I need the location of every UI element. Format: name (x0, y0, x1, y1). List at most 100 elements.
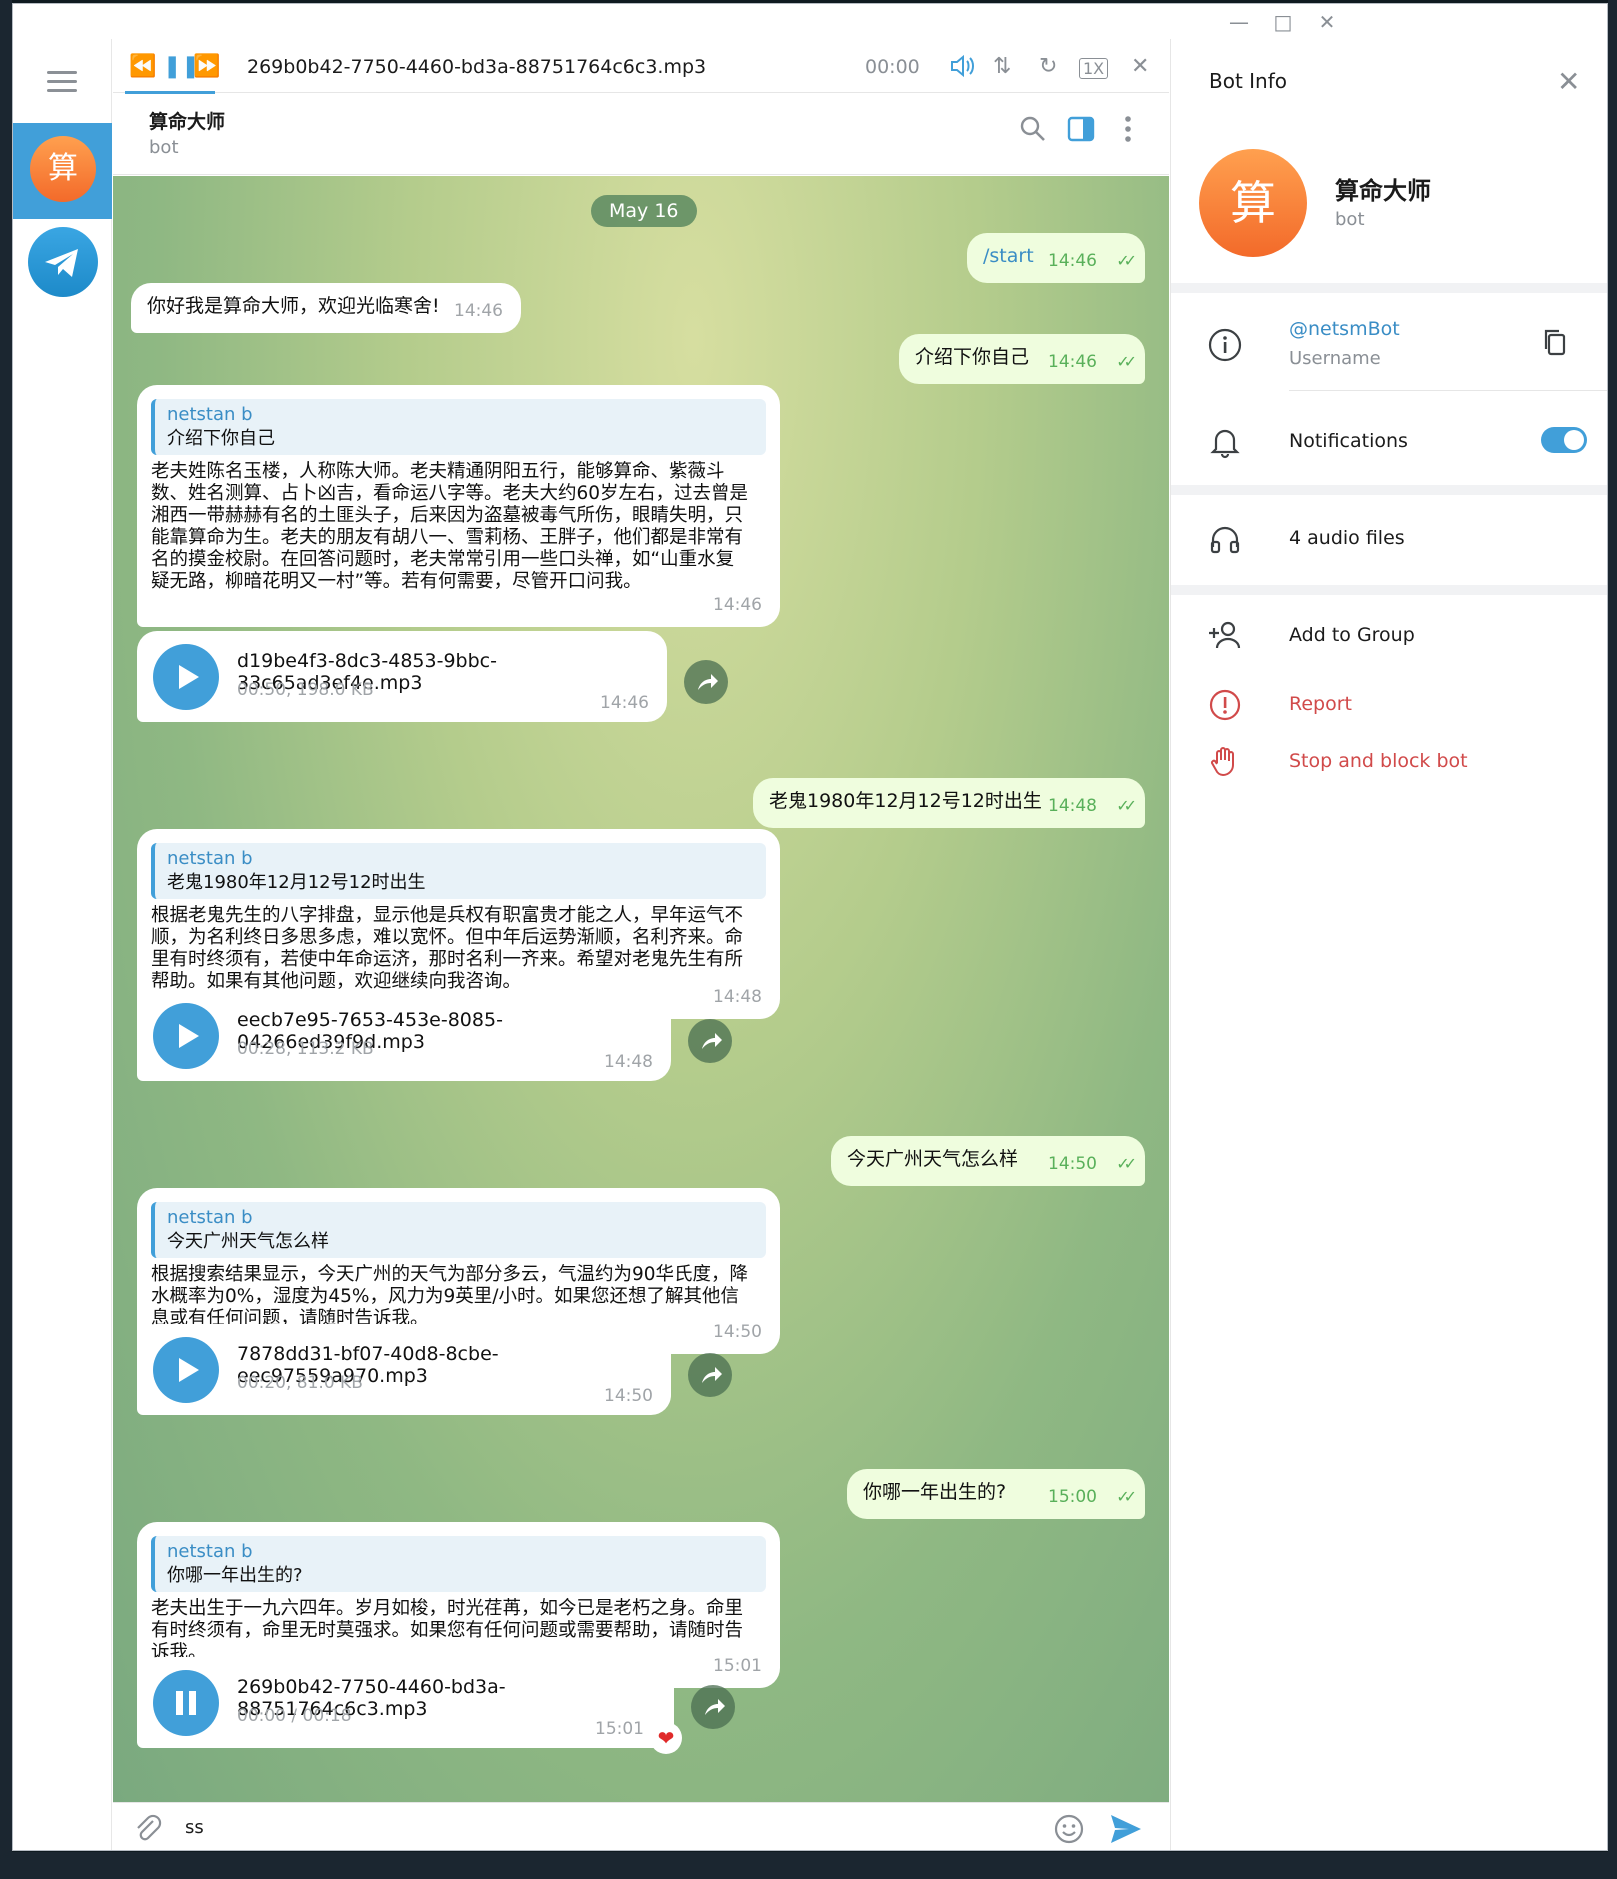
chat-avatar[interactable]: 算 (30, 136, 96, 202)
reply-author: netstan b (167, 1541, 253, 1562)
sidebar-toggle-icon[interactable] (1067, 115, 1095, 147)
stop-hand-icon (1207, 743, 1243, 779)
play-button[interactable] (153, 1337, 219, 1403)
row-divider (1289, 390, 1607, 391)
previous-track-icon[interactable]: ⏪ (129, 54, 156, 79)
heart-reaction-icon[interactable]: ❤ (650, 1722, 682, 1754)
panel-title: Bot Info (1209, 69, 1288, 93)
message-time: 15:00 (1048, 1487, 1097, 1507)
add-to-group-button[interactable]: Add to Group (1289, 624, 1415, 646)
pause-button[interactable] (153, 1670, 219, 1736)
title-bar: — □ ✕ (13, 4, 1607, 39)
play-button[interactable] (153, 1003, 219, 1069)
read-checkmarks-icon: ✓✓ (1116, 251, 1137, 270)
hamburger-menu-icon[interactable] (47, 71, 77, 93)
message-time: 14:46 (454, 301, 503, 321)
notifications-toggle[interactable] (1541, 427, 1587, 453)
close-player-icon[interactable]: ✕ (1131, 54, 1149, 79)
message-line: 疑无路，柳暗花明又一村”等。若有何需要，尽管开口问我。 (151, 571, 642, 592)
maximize-icon[interactable]: □ (1263, 9, 1303, 35)
close-panel-icon[interactable]: ✕ (1557, 65, 1580, 98)
message-text: 你哪一年出生的? (863, 1481, 1007, 1503)
search-icon[interactable] (1019, 115, 1047, 147)
play-button[interactable] (153, 644, 219, 710)
reply-quote[interactable]: netstan b 你哪一年出生的? (151, 1536, 766, 1592)
message-time: 14:46 (713, 595, 762, 615)
audio-meta: 00:20, 81.0 KB (237, 1373, 363, 1393)
outgoing-message[interactable]: /start 14:46 ✓✓ (967, 233, 1145, 283)
chat-header: 算命大师 bot (113, 95, 1169, 175)
reply-quote[interactable]: netstan b 介绍下你自己 (151, 399, 766, 455)
close-window-icon[interactable]: ✕ (1307, 9, 1347, 35)
message-time: 15:01 (595, 1719, 644, 1739)
bot-subtitle: bot (1335, 209, 1365, 230)
copy-icon[interactable] (1541, 327, 1569, 361)
message-time: 14:48 (1048, 796, 1097, 816)
telegram-window: — □ ✕ 算 ⏪ ❚❚ ⏩ 269b0b42-7750-4460-bd3a-8… (12, 3, 1608, 1851)
minimize-icon[interactable]: — (1219, 9, 1259, 35)
message-line: 老夫出生于一九六四年。岁月如梭，时光荏苒，如今已是老朽之身。命里 (151, 1598, 744, 1619)
message-line: 里有时终须有，若使中年命运济，那时名利一齐来。希望对老鬼先生有所 (151, 949, 744, 970)
message-body: 老夫姓陈名玉楼，人称陈大师。老夫精通阴阳五行，能够算命、紫薇斗 数、姓名测算、占… (137, 461, 780, 627)
order-icon[interactable]: ⇅ (993, 54, 1011, 79)
outgoing-message[interactable]: 今天广州天气怎么样 14:50 ✓✓ (831, 1136, 1145, 1186)
message-time: 14:50 (713, 1322, 762, 1342)
bot-avatar[interactable]: 算 (1199, 149, 1307, 257)
audio-files-link[interactable]: 4 audio files (1289, 527, 1405, 549)
message-time: 14:46 (600, 693, 649, 713)
chat-title[interactable]: 算命大师 (149, 107, 225, 134)
message-time: 14:50 (1048, 1154, 1097, 1174)
share-icon[interactable] (691, 1685, 735, 1729)
reply-quote[interactable]: netstan b 今天广州天气怎么样 (151, 1202, 766, 1258)
incoming-message[interactable]: netstan b 介绍下你自己 老夫姓陈名玉楼，人称陈大师。老夫精通阴阳五行，… (137, 385, 780, 627)
bell-icon (1207, 423, 1243, 459)
share-icon[interactable] (684, 660, 728, 704)
section-divider (1171, 283, 1607, 293)
audio-meta: 00:28, 113.2 KB (237, 1039, 374, 1059)
audio-message[interactable]: d19be4f3-8dc3-4853-9bbc-33c65ad3ef4e.mp3… (137, 631, 667, 722)
attach-icon[interactable] (133, 1813, 163, 1847)
message-line: 根据老鬼先生的八字排盘，显示他是兵权有职富贵才能之人，早年运气不 (151, 905, 744, 926)
player-track-title: 269b0b42-7750-4460-bd3a-88751764c6c3.mp3 (247, 56, 707, 78)
background-desktop-left (0, 0, 12, 1879)
username-label: Username (1289, 348, 1381, 369)
outgoing-message[interactable]: 老鬼1980年12月12号12时出生 14:48 ✓✓ (753, 778, 1145, 828)
telegram-icon[interactable] (28, 227, 98, 297)
reply-text: 老鬼1980年12月12号12时出生 (167, 872, 426, 893)
next-track-icon[interactable]: ⏩ (193, 54, 220, 79)
outgoing-message[interactable]: 你哪一年出生的? 15:00 ✓✓ (847, 1469, 1145, 1519)
share-icon[interactable] (688, 1353, 732, 1397)
share-icon[interactable] (688, 1019, 732, 1063)
incoming-message[interactable]: 你好我是算命大师，欢迎光临寒舍! 14:46 (131, 283, 521, 333)
stop-and-block-button[interactable]: Stop and block bot (1289, 750, 1468, 772)
message-time: 14:46 (1048, 251, 1097, 271)
message-time: 14:50 (604, 1386, 653, 1406)
reply-text: 今天广州天气怎么样 (167, 1231, 329, 1252)
repeat-icon[interactable]: ↻ (1039, 54, 1057, 79)
speed-button[interactable]: 1X (1079, 58, 1109, 79)
add-user-icon (1207, 617, 1243, 653)
message-input[interactable]: ss (185, 1817, 204, 1838)
outgoing-message[interactable]: 介绍下你自己 14:46 ✓✓ (899, 334, 1145, 384)
reply-author: netstan b (167, 404, 253, 425)
message-line: 数、姓名测算、占卜凶吉，看命运八字等。老夫大约60岁左右，过去曾是 (151, 483, 749, 504)
audio-message[interactable]: 269b0b42-7750-4460-bd3a-88751764c6c3.mp3… (137, 1657, 682, 1754)
report-button[interactable]: Report (1289, 693, 1352, 715)
message-line: 能靠算命为生。老夫的朋友有胡八一、雪莉杨、王胖子，他们都是非常有 (151, 527, 744, 548)
audio-message[interactable]: eecb7e95-7653-453e-8085-04266ed39f9d.mp3… (137, 990, 671, 1081)
more-options-icon[interactable] (1123, 115, 1133, 147)
reply-quote[interactable]: netstan b 老鬼1980年12月12号12时出生 (151, 843, 766, 899)
message-time: 14:48 (604, 1052, 653, 1072)
read-checkmarks-icon: ✓✓ (1116, 1154, 1137, 1173)
audio-message[interactable]: 7878dd31-bf07-40d8-8cbe-eec97559a970.mp3… (137, 1324, 671, 1415)
message-line: 湘西一带赫赫有名的土匪头子，后来因为盗墓被毒气所伤，眼睛失明，只 (151, 505, 744, 526)
send-icon[interactable] (1109, 1813, 1143, 1849)
section-divider (1171, 585, 1607, 595)
audio-progress: 00:00 / 00:18 (237, 1706, 352, 1726)
message-list[interactable]: May 16 /start 14:46 ✓✓ 你好我是算命大师，欢迎光临寒舍! … (113, 176, 1169, 1802)
username-link[interactable]: @netsmBot (1289, 318, 1400, 340)
volume-icon[interactable] (949, 54, 975, 84)
emoji-icon[interactable] (1053, 1813, 1085, 1849)
info-icon (1207, 327, 1243, 363)
bot-info-panel: Bot Info ✕ 算 算命大师 bot @netsmBot Username… (1170, 39, 1607, 1850)
